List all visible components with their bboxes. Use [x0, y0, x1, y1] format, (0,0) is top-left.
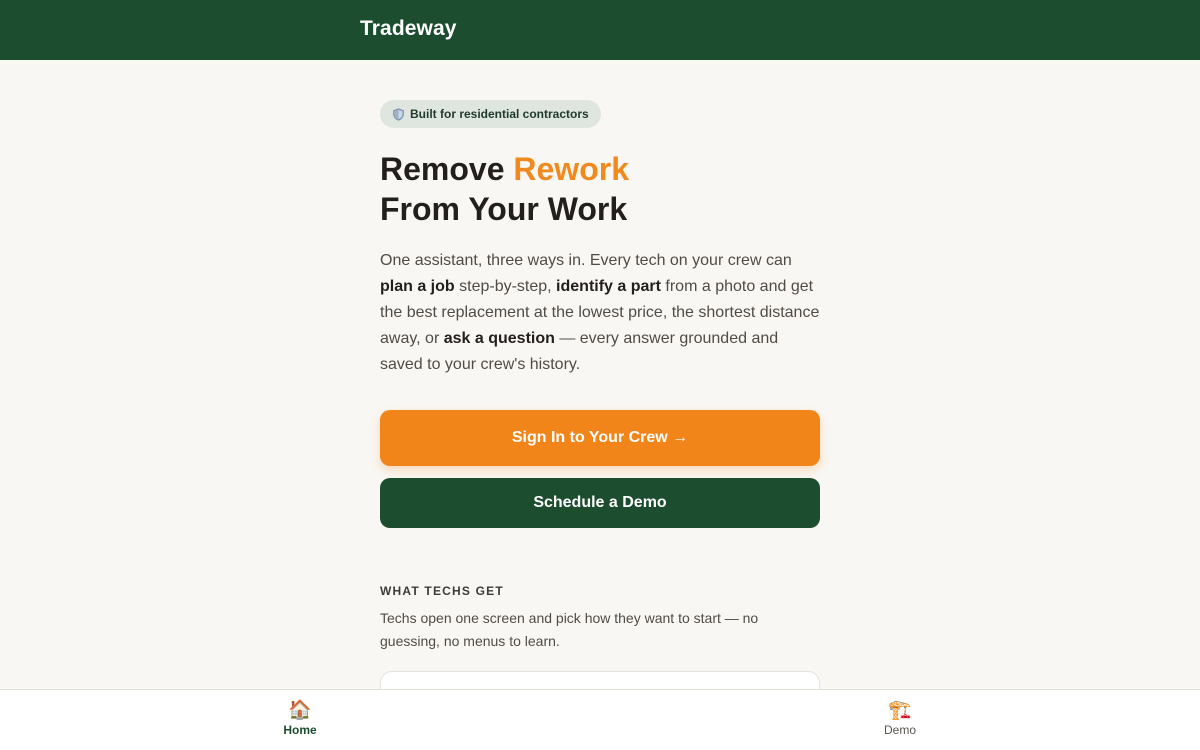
lead-bold-identify: identify a part: [556, 278, 661, 295]
shield-icon: [393, 107, 404, 121]
nav-label-demo: Demo: [883, 723, 916, 737]
audience-badge: Built for residential contractors: [380, 100, 601, 128]
lead-text-2: step-by-step,: [454, 278, 557, 295]
badge-label: Built for residential contractors: [410, 107, 589, 121]
bottom-navigation: 🏠 Home 🏗️ Demo: [0, 689, 1200, 750]
headline-line2: From Your Work: [380, 191, 628, 227]
nav-item-home[interactable]: 🏠 Home: [240, 690, 360, 750]
schedule-demo-button[interactable]: Schedule a Demo: [380, 478, 820, 528]
brand-title[interactable]: Tradeway: [360, 17, 457, 41]
hero-section: Built for residential contractors Remove…: [380, 100, 820, 731]
nav-label-home: Home: [283, 723, 317, 737]
headline-part1: Remove: [380, 151, 514, 187]
lead-bold-plan: plan a job: [380, 278, 455, 295]
construction-icon: 🏗️: [888, 700, 912, 721]
section-label: WHAT TECHS GET: [380, 584, 504, 598]
top-app-bar: Tradeway: [0, 0, 1200, 60]
lead-text-1: One assistant, three ways in. Every tech…: [380, 252, 792, 269]
hero-headline: Remove Rework From Your Work: [380, 149, 820, 229]
lead-bold-ask: ask a question: [443, 330, 555, 347]
hero-description: One assistant, three ways in. Every tech…: [380, 248, 820, 378]
nav-item-demo[interactable]: 🏗️ Demo: [840, 690, 960, 750]
section-description: Techs open one screen and pick how they …: [380, 610, 759, 649]
sign-in-button[interactable]: Sign In to Your Crew →: [380, 410, 820, 466]
headline-accent: Rework: [513, 151, 629, 187]
home-icon: 🏠: [288, 700, 312, 721]
